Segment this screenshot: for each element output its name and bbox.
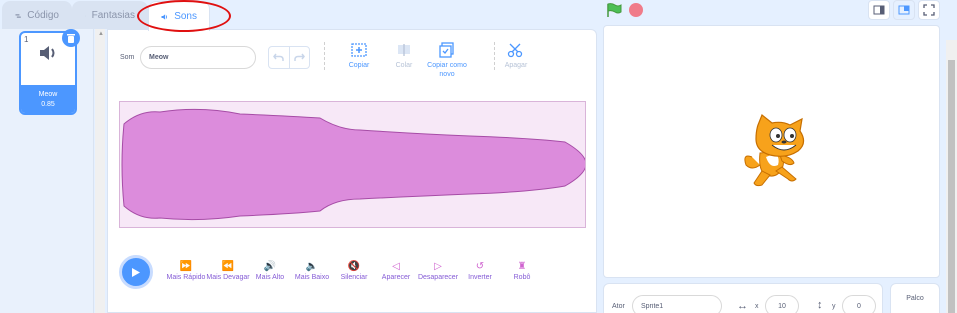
reverse-icon: ↺ — [475, 261, 485, 272]
paste-label: Colar — [395, 62, 413, 69]
sound-list: 1 Meow 0.85 — [0, 29, 94, 313]
fullscreen-icon — [923, 4, 935, 16]
x-position-input[interactable] — [765, 295, 799, 313]
stage-selector-label: Palco — [906, 295, 924, 302]
stage-selector[interactable]: Palco — [890, 283, 940, 313]
green-flag-icon[interactable] — [606, 3, 622, 18]
scratch-cat-sprite[interactable] — [742, 113, 814, 189]
fullscreen-button[interactable] — [918, 0, 940, 20]
copy-to-new-label: Copiar como novo — [427, 62, 467, 78]
waveform — [121, 108, 587, 221]
louder-icon: 🔊 — [263, 261, 277, 272]
rewind-icon: ⏪ — [221, 261, 235, 272]
stop-button[interactable] — [629, 3, 643, 17]
delete-label: Apagar — [504, 62, 528, 69]
softer-icon: 🔈 — [305, 261, 319, 272]
small-stage-button[interactable] — [868, 0, 890, 20]
effect-softer-button[interactable]: 🔈 Mais Baixo — [290, 260, 334, 282]
effect-label: Mais Alto — [255, 274, 285, 281]
sound-number: 1 — [24, 35, 29, 44]
effect-label: Mais Devagar — [206, 274, 250, 281]
redo-icon — [294, 53, 305, 61]
undo-icon — [273, 53, 284, 61]
tab-costumes-label: Fantasias — [91, 10, 135, 21]
paste-icon — [398, 44, 410, 56]
small-stage-icon — [873, 5, 885, 15]
sound-name: Meow — [38, 91, 58, 98]
copy-icon — [351, 43, 367, 57]
y-position-input[interactable] — [842, 295, 876, 313]
annotation-red-ellipse — [137, 0, 231, 32]
effect-reverse-button[interactable]: ↺ Inverter — [458, 260, 502, 282]
speaker-icon — [40, 46, 55, 60]
normal-stage-button[interactable] — [893, 0, 915, 20]
delete-sound-button[interactable] — [62, 29, 80, 47]
sprite-name-input[interactable] — [632, 295, 722, 313]
y-label: y — [832, 303, 836, 310]
effect-louder-button[interactable]: 🔊 Mais Alto — [248, 260, 292, 282]
effect-label: Desaparecer — [417, 274, 459, 281]
toolbar-divider — [324, 42, 325, 70]
mute-icon: 🔇 — [347, 261, 361, 272]
effect-fade-out-button[interactable]: ▷ Desaparecer — [416, 260, 460, 282]
page-scrollbar-thumb[interactable] — [948, 60, 955, 313]
effect-label: Aparecer — [381, 274, 411, 281]
normal-stage-icon — [898, 5, 910, 15]
play-icon — [132, 267, 140, 277]
effect-robot-button[interactable]: ♜ Robô — [500, 260, 544, 282]
y-arrows-icon: ↕ — [817, 299, 823, 311]
effect-mute-button[interactable]: 🔇 Silenciar — [332, 260, 376, 282]
copy-label: Copiar — [348, 62, 370, 69]
fade-out-icon: ▷ — [434, 261, 442, 272]
effect-faster-button[interactable]: ⏩ Mais Rápido — [164, 260, 208, 282]
effect-fade-in-button[interactable]: ◁ Aparecer — [374, 260, 418, 282]
paintbrush-icon — [85, 15, 86, 16]
actor-label: Ator — [612, 303, 625, 310]
fade-in-icon: ◁ — [392, 261, 400, 272]
effect-label: Silenciar — [340, 274, 368, 281]
x-arrows-icon: ↔ — [737, 300, 748, 312]
sound-tile-info: Meow 0.85 — [21, 85, 75, 113]
sound-name-input[interactable] — [140, 46, 256, 69]
scroll-up-arrow-icon[interactable]: ▲ — [98, 31, 104, 37]
toolbar-divider — [494, 42, 495, 70]
sound-list-scrollbar[interactable] — [95, 29, 105, 313]
waveform-container[interactable] — [119, 101, 587, 228]
x-label: x — [755, 303, 759, 310]
copy-to-new-button[interactable]: Copiar como novo — [424, 42, 470, 79]
sprite-info-panel: Ator ↔ x ↕ y — [603, 283, 883, 313]
undo-button[interactable] — [269, 47, 290, 68]
redo-button[interactable] — [290, 47, 310, 68]
tab-code[interactable]: Código — [2, 1, 72, 29]
play-sound-button[interactable] — [119, 255, 153, 289]
effect-label: Mais Baixo — [294, 274, 330, 281]
page-scrollbar[interactable] — [946, 40, 957, 313]
undo-redo-group — [268, 46, 310, 69]
code-blocks-icon — [15, 13, 21, 18]
copy-button[interactable]: Copiar — [340, 42, 378, 70]
delete-selection-button[interactable]: Apagar — [501, 42, 531, 70]
effect-label: Robô — [513, 274, 531, 281]
sound-editor: Som Copiar Colar Copiar como novo Apagar… — [107, 29, 597, 313]
copy-to-new-icon — [439, 42, 454, 58]
sound-name-label: Som — [120, 54, 135, 61]
effect-slower-button[interactable]: ⏪ Mais Devagar — [206, 260, 250, 282]
paste-button[interactable]: Colar — [386, 42, 422, 70]
sound-duration: 0.85 — [41, 101, 55, 108]
tab-code-label: Código — [27, 10, 59, 21]
trash-icon — [67, 34, 75, 43]
scissors-icon — [507, 43, 523, 58]
effect-label: Inverter — [468, 274, 492, 281]
effect-label: Mais Rápido — [166, 274, 206, 281]
robot-icon: ♜ — [517, 261, 527, 272]
fast-forward-icon: ⏩ — [179, 261, 193, 272]
